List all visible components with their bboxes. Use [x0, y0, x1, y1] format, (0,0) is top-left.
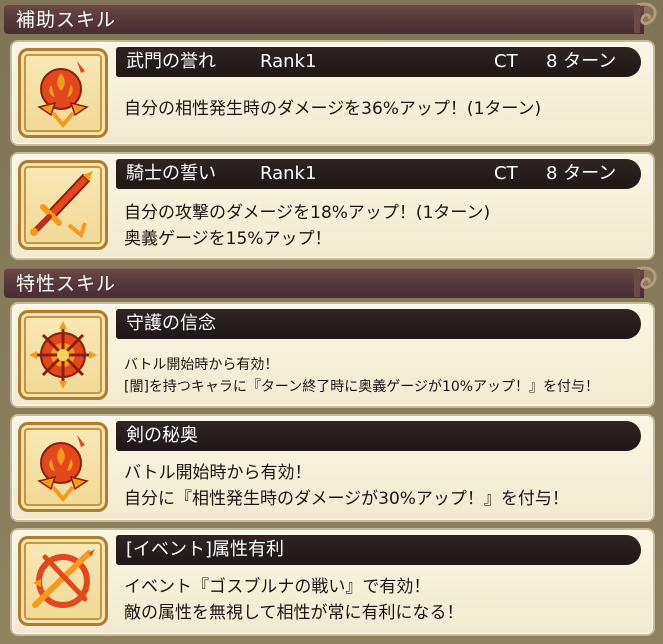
skill-title-bar: 武門の誉れ Rank1 CT 8 ターン — [116, 47, 641, 77]
skill-description-line: [闇]を持つキャラに『ターン終了時に奥義ゲージが10%アップ！』を付与！ — [124, 379, 600, 395]
skill-name: 武門の誉れ — [126, 51, 216, 72]
skill-name: 騎士の誓い — [126, 163, 216, 184]
skill-ct-label: CT — [494, 51, 518, 72]
skill-icon-frame — [18, 536, 108, 626]
sword-icon — [30, 171, 93, 239]
skill-title-bar: 守護の信念 — [116, 309, 641, 339]
sun-shield-icon — [29, 321, 97, 389]
skill-card-support-1[interactable]: 武門の誉れ Rank1 CT 8 ターン 自分の相性発生時のダメージを36%アッ… — [10, 40, 655, 146]
skill-icon-frame — [18, 422, 108, 512]
skill-description-line: バトル開始時から有効！ — [124, 357, 279, 373]
skill-title-bar: [イベント]属性有利 — [116, 535, 641, 565]
section-header-trait: 特性スキル — [4, 268, 644, 298]
skill-card-trait-3[interactable]: [イベント]属性有利 イベント『ゴスブルナの戦い』で有効！ 敵の属性を無視して相… — [10, 528, 655, 636]
skill-name: [イベント]属性有利 — [126, 539, 285, 560]
skill-title-bar: 剣の秘奥 — [116, 421, 641, 451]
skill-card-trait-1[interactable]: 守護の信念 バトル開始時から有効！ [闇]を持つキャラに『ターン終了時に奥義ゲー… — [10, 302, 655, 408]
skill-description-line: 自分に『相性発生時のダメージが30%アップ！』を付与！ — [124, 489, 569, 509]
skill-description: イベント『ゴスブルナの戦い』で有効！ 敵の属性を無視して相性が常に有利になる！ — [124, 574, 643, 626]
skill-description: バトル開始時から有効！ [闇]を持つキャラに『ターン終了時に奥義ゲージが10%ア… — [124, 354, 643, 398]
skill-cooldown-turns: 8 ターン — [546, 51, 617, 72]
skill-title-bar: 騎士の誓い Rank1 CT 8 ターン — [116, 159, 641, 189]
skill-rank: Rank1 — [260, 51, 317, 72]
skill-description-line: イベント『ゴスブルナの戦い』で有効！ — [124, 577, 431, 597]
section-header-support: 補助スキル — [4, 4, 644, 34]
skill-name: 守護の信念 — [126, 313, 216, 334]
skill-description-line: 自分の相性発生時のダメージを36%アップ！(1ターン) — [124, 99, 542, 119]
skill-rank: Rank1 — [260, 163, 317, 184]
skill-description: 自分の攻撃のダメージを18%アップ！(1ターン) 奥義ゲージを15%アップ！ — [124, 200, 643, 252]
section-title-support: 補助スキル — [16, 9, 117, 31]
skill-description: 自分の相性発生時のダメージを36%アップ！(1ターン) — [124, 96, 643, 122]
flame-emblem-icon — [37, 435, 89, 503]
skill-cooldown-turns: 8 ターン — [546, 163, 617, 184]
skill-description: バトル開始時から有効！ 自分に『相性発生時のダメージが30%アップ！』を付与！ — [124, 460, 643, 512]
skill-ct-label: CT — [494, 163, 518, 184]
crossed-star-icon — [32, 549, 95, 608]
skill-panel: 補助スキル 武門の誉れ Rank1 CT 8 ターン 自分の相性発生時のダメージ… — [0, 0, 663, 644]
skill-icon-frame — [18, 48, 108, 138]
skill-description-line: 奥義ゲージを15%アップ！ — [124, 229, 332, 249]
section-title-trait: 特性スキル — [16, 273, 117, 295]
scroll-curl-icon — [634, 266, 657, 297]
skill-description-line: バトル開始時から有効！ — [124, 463, 312, 483]
skill-name: 剣の秘奥 — [126, 425, 198, 446]
flame-emblem-icon — [37, 61, 89, 129]
skill-card-support-2[interactable]: 騎士の誓い Rank1 CT 8 ターン 自分の攻撃のダメージを18%アップ！(… — [10, 152, 655, 260]
skill-description-line: 敵の属性を無視して相性が常に有利になる！ — [124, 603, 464, 623]
skill-icon-frame — [18, 160, 108, 250]
skill-icon-frame — [18, 310, 108, 400]
skill-description-line: 自分の攻撃のダメージを18%アップ！(1ターン) — [124, 203, 491, 223]
skill-card-trait-2[interactable]: 剣の秘奥 バトル開始時から有効！ 自分に『相性発生時のダメージが30%アップ！』… — [10, 414, 655, 522]
scroll-curl-icon — [634, 2, 657, 33]
